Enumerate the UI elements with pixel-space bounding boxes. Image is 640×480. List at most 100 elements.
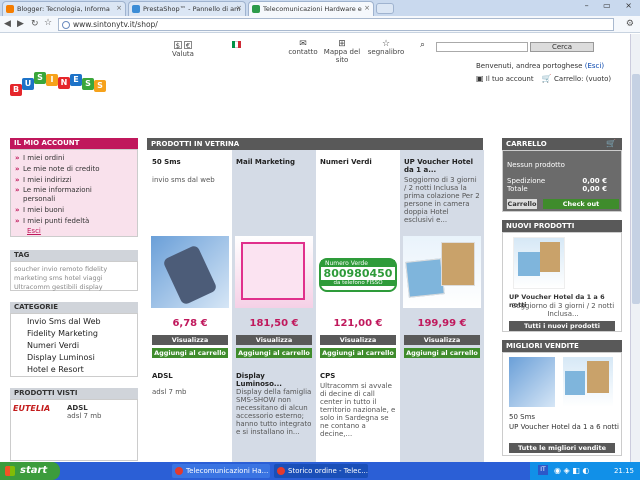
cart-status-link[interactable]: Carrello: (vuoto) <box>554 75 611 83</box>
contact-link[interactable]: ✉ contatto <box>286 40 320 57</box>
close-icon[interactable]: × <box>236 4 242 12</box>
product-name[interactable]: Mail Marketing <box>236 158 295 166</box>
dollar-button[interactable]: $ <box>173 41 182 50</box>
product-name[interactable]: Display Luminoso... <box>236 372 312 388</box>
bookmark-star-icon: ☆ <box>381 39 391 49</box>
taskbar-item-chrome[interactable]: Telecomunicazioni Ha... <box>172 464 270 478</box>
logo-letter: N <box>58 77 70 89</box>
flyer-graphic <box>241 242 305 300</box>
close-icon[interactable]: × <box>116 4 122 12</box>
euro-button[interactable]: € <box>184 41 193 50</box>
product-name[interactable]: ADSL <box>152 372 173 380</box>
product-price: 199,99 € <box>417 318 467 329</box>
blogger-icon <box>6 5 14 13</box>
add-to-cart-button[interactable]: Aggiungi al carrello <box>404 348 480 358</box>
product-desc: Ultracomm si avvale di decine di call ce… <box>320 382 396 438</box>
back-icon[interactable]: ◀ <box>4 19 11 29</box>
start-button[interactable]: start <box>0 462 60 480</box>
best-seller-item[interactable]: UP Voucher Hotel da 1 a 6 notti <box>509 423 619 431</box>
add-to-cart-button[interactable]: Aggiungi al carrello <box>320 348 396 358</box>
product-image[interactable] <box>151 236 229 308</box>
eutelia-logo[interactable]: EUTELIA <box>13 404 61 424</box>
category-numeri-verdi[interactable]: Numeri Verdi <box>11 340 137 352</box>
product-name[interactable]: Numeri Verdi <box>320 158 372 166</box>
add-to-cart-button[interactable]: Aggiungi al carrello <box>152 348 228 358</box>
scrollbar-thumb[interactable] <box>632 74 640 304</box>
viewed-box: EUTELIA ADSL adsl 7 mb <box>10 399 138 461</box>
featured-title: PRODOTTI IN VETRINA <box>147 138 483 150</box>
logout-link[interactable]: (Esci) <box>585 62 604 70</box>
product-image[interactable] <box>403 236 481 308</box>
product-image[interactable]: Numero Verde 800980450 da telefono FISSO <box>319 236 397 308</box>
category-sms[interactable]: Invio Sms dal Web <box>11 316 137 328</box>
new-product-image[interactable] <box>513 237 565 289</box>
account-link-credit-notes[interactable]: Le mie note di credito <box>11 164 137 175</box>
best-seller-image-voucher[interactable] <box>563 357 613 407</box>
search-input[interactable] <box>436 42 528 52</box>
product-desc: Soggiorno di 3 giorni / 2 notti Inclusa … <box>404 176 480 224</box>
best-seller-item[interactable]: 50 Sms <box>509 413 535 421</box>
cart-button[interactable]: Carrello <box>507 199 537 209</box>
view-button[interactable]: Visualizza <box>236 335 312 345</box>
best-seller-image-sms[interactable] <box>509 357 555 407</box>
account-logout-link[interactable]: Esci <box>11 227 137 235</box>
logo-letter: S <box>82 78 94 90</box>
tab-prestashop[interactable]: PrestaShop™ - Pannello di am × <box>128 1 246 16</box>
tab-blogger[interactable]: Blogger: Tecnologia, Informa × <box>2 1 126 16</box>
tray-icons[interactable]: ◉ ◈ ◧ ◐ <box>554 466 589 475</box>
tag-cloud[interactable]: soucher invio remoto fidelity marketing … <box>10 261 138 291</box>
chrome-icon <box>175 467 183 475</box>
star-icon[interactable]: ☆ <box>44 18 52 28</box>
start-label: start <box>20 465 48 476</box>
shipping-label: Spedizione <box>507 177 546 185</box>
bookmark-link[interactable]: ☆ segnalibro <box>364 39 408 57</box>
product-name[interactable]: UP Voucher Hotel da 1 a... <box>404 158 480 174</box>
browser-tab-bar: Blogger: Tecnologia, Informa × PrestaSho… <box>0 0 640 16</box>
tab-telecomunicazioni[interactable]: Telecomunicazioni Hardware e × <box>248 1 374 16</box>
reload-icon[interactable]: ↻ <box>31 19 39 29</box>
product-image[interactable] <box>235 236 313 308</box>
account-link-personal-info[interactable]: Le mie informazioni personali <box>11 186 121 205</box>
voucher-card-graphic <box>405 258 445 298</box>
tag-box-title: TAG <box>10 250 138 261</box>
welcome-line: Benvenuti, andrea portoghese (Esci) <box>476 62 604 70</box>
my-account-link[interactable]: Il tuo account <box>486 75 534 83</box>
categories-box: Invio Sms dal Web Fidelity Marketing Num… <box>10 313 138 377</box>
new-tab-button[interactable] <box>376 3 394 14</box>
clock[interactable]: 21.15 <box>614 467 634 475</box>
add-to-cart-button[interactable]: Aggiungi al carrello <box>236 348 312 358</box>
language-indicator[interactable]: IT <box>538 465 548 475</box>
checkout-button[interactable]: Check out <box>543 199 619 209</box>
account-link-loyalty[interactable]: I miei punti fedeltà <box>11 216 137 227</box>
viewed-item-name[interactable]: ADSL <box>67 404 88 412</box>
view-button[interactable]: Visualizza <box>320 335 396 345</box>
category-hotel[interactable]: Hotel e Resort <box>11 364 137 376</box>
account-box-title: IL MIO ACCOUNT <box>10 138 138 149</box>
all-new-products-button[interactable]: Tutti i nuovi prodotti <box>509 321 615 331</box>
window-controls[interactable]: – ▭ × <box>585 1 638 10</box>
currency-selector[interactable]: $ € Valuta <box>172 41 194 58</box>
view-button[interactable]: Visualizza <box>152 335 228 345</box>
category-fidelity[interactable]: Fidelity Marketing <box>11 328 137 340</box>
all-best-sellers-button[interactable]: Tutte le migliori vendite <box>509 443 615 453</box>
account-link-addresses[interactable]: I miei indirizzi <box>11 175 137 186</box>
account-box: I miei ordini Le mie note di credito I m… <box>10 149 138 237</box>
close-icon[interactable]: × <box>364 4 370 12</box>
product-name[interactable]: 50 Sms <box>152 158 181 166</box>
new-products-box: UP Voucher Hotel da 1 a 6 notti Soggiorn… <box>502 232 622 332</box>
best-sellers-title: MIGLIORI VENDITE <box>502 340 622 352</box>
account-link-vouchers[interactable]: I miei buoni <box>11 205 137 216</box>
taskbar-item-order-history[interactable]: Storico ordine - Telec... <box>274 464 368 478</box>
italy-flag-icon[interactable] <box>232 41 242 48</box>
sitemap-link[interactable]: ⊞ Mappa del sito <box>322 40 362 65</box>
product-name[interactable]: CPS <box>320 372 335 380</box>
account-link-orders[interactable]: I miei ordini <box>11 153 137 164</box>
view-button[interactable]: Visualizza <box>404 335 480 345</box>
url-text: www.sintonytv.it/shop/ <box>73 20 158 29</box>
address-bar[interactable]: www.sintonytv.it/shop/ <box>58 18 614 31</box>
category-display[interactable]: Display Luminosi <box>11 352 137 364</box>
search-button[interactable]: Cerca <box>530 42 594 52</box>
scrollbar[interactable] <box>630 34 640 462</box>
wrench-icon[interactable]: ⚙ <box>626 19 634 29</box>
forward-icon[interactable]: ▶ <box>17 19 24 29</box>
